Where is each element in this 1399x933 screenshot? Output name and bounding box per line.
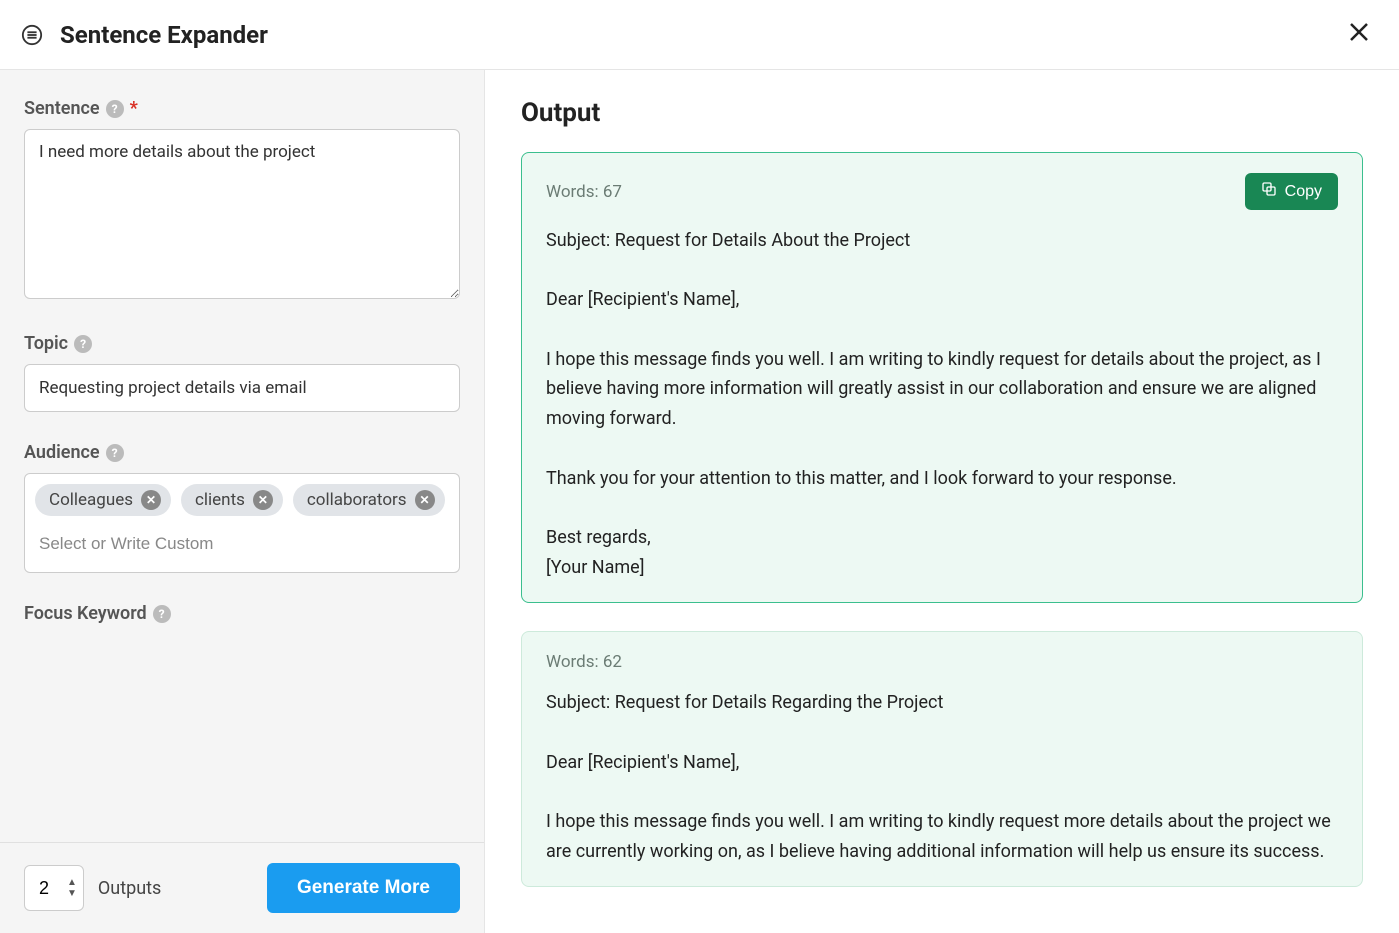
sentence-field-group: Sentence ? * (24, 98, 460, 303)
output-text[interactable]: Subject: Request for Details About the P… (546, 226, 1338, 582)
generate-more-button[interactable]: Generate More (267, 863, 460, 913)
help-icon[interactable]: ? (153, 605, 171, 623)
copy-button[interactable]: Copy (1245, 173, 1338, 210)
word-count: Words: 62 (546, 652, 622, 672)
topic-field-group: Topic ? (24, 333, 460, 412)
audience-input[interactable] (35, 526, 449, 562)
output-card: Words: 62 Subject: Request for Details R… (521, 631, 1363, 887)
copy-label: Copy (1285, 183, 1322, 201)
output-card: Words: 67 Copy Subject: Request for Deta… (521, 152, 1363, 603)
word-count: Words: 67 (546, 182, 622, 202)
help-icon[interactable]: ? (106, 444, 124, 462)
audience-tag: clients ✕ (181, 484, 283, 516)
topic-label-text: Topic (24, 333, 68, 354)
tag-label: clients (195, 490, 245, 510)
tag-label: collaborators (307, 490, 407, 510)
card-header: Words: 62 (546, 652, 1338, 672)
sentence-label: Sentence ? * (24, 98, 460, 119)
sentence-label-text: Sentence (24, 98, 100, 119)
tag-remove-icon[interactable]: ✕ (141, 490, 161, 510)
chevron-down-icon[interactable]: ▼ (67, 888, 77, 899)
focus-keyword-label: Focus Keyword ? (24, 603, 460, 624)
output-text[interactable]: Subject: Request for Details Regarding t… (546, 688, 1338, 866)
outputs-count-stepper[interactable]: ▲ ▼ (24, 865, 84, 911)
tag-remove-icon[interactable]: ✕ (253, 490, 273, 510)
sentence-input[interactable] (24, 129, 460, 299)
topic-label: Topic ? (24, 333, 460, 354)
audience-label-text: Audience (24, 442, 100, 463)
output-panel: Output Words: 67 Copy Subject: Request f… (485, 70, 1399, 933)
audience-label: Audience ? (24, 442, 460, 463)
chevron-up-icon[interactable]: ▲ (67, 877, 77, 888)
topic-input[interactable] (24, 364, 460, 412)
page-title: Sentence Expander (60, 21, 268, 49)
app-header: Sentence Expander (0, 0, 1399, 70)
copy-icon (1261, 181, 1277, 202)
tag-label: Colleagues (49, 490, 133, 510)
main-layout: Sentence ? * Topic ? Audience ? (0, 70, 1399, 933)
close-icon[interactable] (1339, 14, 1379, 55)
outputs-count-input[interactable] (39, 878, 67, 899)
help-icon[interactable]: ? (74, 335, 92, 353)
sidebar-scroll[interactable]: Sentence ? * Topic ? Audience ? (0, 70, 484, 842)
audience-tag: collaborators ✕ (293, 484, 445, 516)
outputs-label: Outputs (98, 878, 161, 899)
focus-keyword-label-text: Focus Keyword (24, 603, 147, 624)
output-heading: Output (521, 98, 1363, 128)
card-header: Words: 67 Copy (546, 173, 1338, 210)
audience-field-group: Audience ? Colleagues ✕ clients ✕ collab… (24, 442, 460, 573)
tag-remove-icon[interactable]: ✕ (415, 490, 435, 510)
sidebar-footer: ▲ ▼ Outputs Generate More (0, 842, 484, 933)
sidebar: Sentence ? * Topic ? Audience ? (0, 70, 485, 933)
required-indicator: * (130, 98, 138, 119)
focus-keyword-field-group: Focus Keyword ? (24, 603, 460, 624)
audience-tagbox[interactable]: Colleagues ✕ clients ✕ collaborators ✕ (24, 473, 460, 573)
stepper-arrows[interactable]: ▲ ▼ (67, 877, 77, 899)
audience-tag: Colleagues ✕ (35, 484, 171, 516)
menu-icon[interactable] (20, 23, 44, 47)
help-icon[interactable]: ? (106, 100, 124, 118)
